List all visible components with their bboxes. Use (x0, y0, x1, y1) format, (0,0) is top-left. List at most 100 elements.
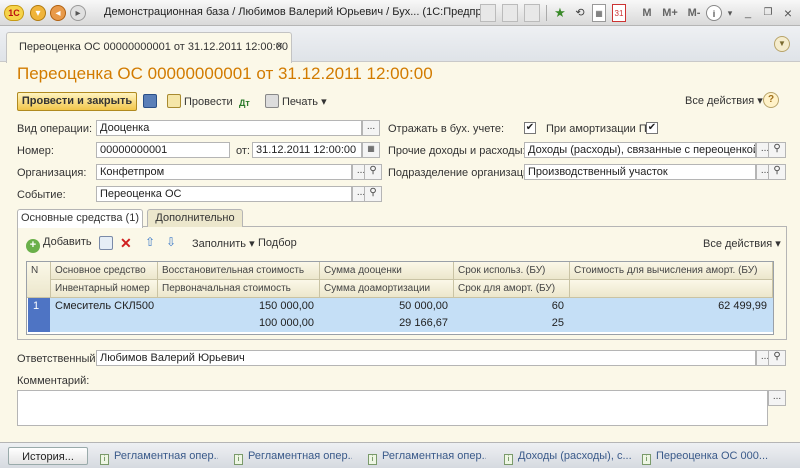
add-button[interactable]: + Добавить (26, 236, 92, 253)
forward-icon[interactable]: ▸ (70, 5, 86, 21)
column-header-term[interactable]: Срок использ. (БУ) (454, 262, 570, 280)
column-header-n[interactable]: N (27, 262, 51, 298)
tab-fixed-assets[interactable]: Основные средства (1) (17, 209, 143, 228)
calendar-icon[interactable]: ▦ (362, 142, 380, 158)
menu-icon[interactable]: ▾ (30, 5, 46, 21)
column-header-cost-calc[interactable]: Стоимость для вычисления аморт. (БУ) (570, 262, 773, 280)
printer-icon (265, 94, 279, 108)
asset-cell[interactable]: Смеситель СКЛ500 (55, 298, 154, 315)
responsible-search-icon[interactable]: ⚲ (768, 350, 786, 366)
taskbar-item-reg-op-1[interactable]: i Регламентная опер... (100, 447, 218, 465)
date-label: от: (236, 145, 250, 157)
term-amortization-cell[interactable]: 25 (454, 315, 570, 332)
calendar-icon[interactable]: 31 (612, 4, 626, 22)
back-icon[interactable]: ◂ (50, 5, 66, 21)
number-field[interactable]: 00000000001 (96, 142, 230, 158)
department-label: Подразделение организации: (388, 167, 539, 179)
help-icon[interactable]: ? (763, 92, 779, 108)
comment-expand-button[interactable]: ... (768, 390, 786, 406)
title-bar: 1С ▾ ◂ ▸ Демонстрационная база / Любимов… (0, 0, 800, 26)
operation-select-button[interactable]: ... (362, 120, 380, 136)
taskbar-item-reg-op-3[interactable]: i Регламентная опер... (368, 447, 486, 465)
1c-logo-icon[interactable]: 1С (4, 5, 24, 21)
memory-minus-button[interactable]: M- (684, 4, 704, 22)
responsible-field[interactable]: Любимов Валерий Юрьевич (96, 350, 756, 366)
column-header-restore-cost[interactable]: Восстановительная стоимость (158, 262, 320, 280)
cost-calc-cell[interactable]: 62 499,99 (570, 298, 773, 315)
print-label: Печать (282, 96, 319, 108)
minimize-icon[interactable]: _ (740, 4, 756, 22)
select-button[interactable]: Подбор (258, 237, 297, 249)
taskbar-item-income-expenses[interactable]: i Доходы (расходы), с... (504, 447, 634, 465)
history-button[interactable]: История... (8, 447, 88, 465)
initial-cost-cell[interactable]: 100 000,00 (158, 315, 320, 332)
add-label: Добавить (43, 236, 92, 248)
other-income-search-icon[interactable]: ⚲ (768, 142, 786, 158)
info-icon[interactable]: i (706, 5, 722, 21)
organization-search-icon[interactable]: ⚲ (364, 164, 382, 180)
tab-menu-icon[interactable]: ▼ (774, 36, 790, 52)
document-icon: i (368, 454, 377, 465)
column-header-revaluation[interactable]: Сумма дооценки (320, 262, 454, 280)
delete-icon[interactable]: ✕ (120, 235, 132, 252)
memory-plus-button[interactable]: M+ (660, 4, 680, 22)
fill-label: Заполнить (192, 238, 247, 250)
move-down-icon[interactable]: ⇩ (166, 235, 176, 249)
organization-field[interactable]: Конфетпром (96, 164, 352, 180)
department-search-icon[interactable]: ⚲ (768, 164, 786, 180)
paste-icon[interactable] (524, 4, 540, 22)
taskbar-item-revaluation[interactable]: i Переоценка ОС 000... (642, 447, 792, 465)
info-dropdown-icon[interactable]: ▾ (724, 4, 736, 22)
operation-field[interactable]: Дооценка (96, 120, 362, 136)
event-search-icon[interactable]: ⚲ (364, 186, 382, 202)
column-header-inventory[interactable]: Инвентарный номер (51, 280, 158, 298)
post-and-close-button[interactable]: Провести и закрыть (17, 92, 137, 111)
restore-cost-cell[interactable]: 150 000,00 (158, 298, 320, 315)
table-all-actions-label: Все действия (703, 238, 773, 250)
organization-label: Организация: (17, 167, 87, 179)
column-header-additional-amortization[interactable]: Сумма доамортизации (320, 280, 454, 298)
amortization-checkbox[interactable]: ✔ (646, 122, 658, 134)
fill-button[interactable]: Заполнить ▾ (192, 237, 255, 250)
post-button[interactable]: Провести (167, 94, 233, 108)
other-income-field[interactable]: Доходы (расходы), связанные с переоценко… (524, 142, 756, 158)
department-field[interactable]: Производственный участок (524, 164, 756, 180)
copy-icon[interactable] (480, 4, 496, 22)
move-up-icon[interactable]: ⇧ (145, 235, 155, 249)
document-tab[interactable]: Переоценка ОС 00000000001 от 31.12.2011 … (6, 32, 292, 63)
favorites-icon[interactable]: ★ (552, 4, 568, 22)
date-field[interactable]: 31.12.2011 12:00:00 (252, 142, 362, 158)
print-button[interactable]: Печать ▾ (265, 94, 327, 108)
close-window-icon[interactable]: × (780, 4, 796, 22)
tab-additional[interactable]: Дополнительно (147, 209, 243, 227)
additional-amortization-cell[interactable]: 29 166,67 (320, 315, 454, 332)
event-field[interactable]: Переоценка ОС (96, 186, 352, 202)
form-toolbar: Провести и закрыть Провести Дт Печать ▾ … (17, 92, 787, 112)
taskbar-item-label: Регламентная опер... (382, 450, 486, 462)
print-preview-icon[interactable] (502, 4, 518, 22)
column-header-term-amortization[interactable]: Срок для аморт. (БУ) (454, 280, 570, 298)
memory-button[interactable]: M (640, 4, 654, 22)
save-icon[interactable] (143, 94, 160, 108)
add-icon: + (26, 239, 40, 253)
copy-row-icon[interactable] (99, 236, 116, 250)
all-actions-button[interactable]: Все действия ▾ (685, 94, 763, 107)
reflect-accounting-checkbox[interactable]: ✔ (524, 122, 536, 134)
column-header-asset[interactable]: Основное средство (51, 262, 158, 280)
debit-credit-icon[interactable]: Дт (239, 94, 256, 112)
term-cell[interactable]: 60 (454, 298, 570, 315)
window-title: Демонстрационная база / Любимов Валерий … (104, 6, 484, 18)
taskbar-item-reg-op-2[interactable]: i Регламентная опер... (234, 447, 352, 465)
history-icon[interactable]: ⟲ (572, 4, 588, 22)
table-all-actions-button[interactable]: Все действия ▾ (703, 237, 781, 250)
calculator-icon[interactable]: ▦ (592, 4, 606, 22)
revaluation-cell[interactable]: 50 000,00 (320, 298, 454, 315)
maximize-icon[interactable]: ❐ (760, 4, 776, 22)
all-actions-label: Все действия (685, 95, 755, 107)
document-tab-label: Переоценка ОС 00000000001 от 31.12.2011 … (19, 41, 288, 53)
close-tab-icon[interactable]: × (275, 38, 283, 53)
taskbar-item-label: Регламентная опер... (114, 450, 218, 462)
taskbar-item-label: Доходы (расходы), с... (518, 450, 632, 462)
comment-field[interactable] (17, 390, 768, 426)
column-header-initial-cost[interactable]: Первоначальная стоимость (158, 280, 320, 298)
